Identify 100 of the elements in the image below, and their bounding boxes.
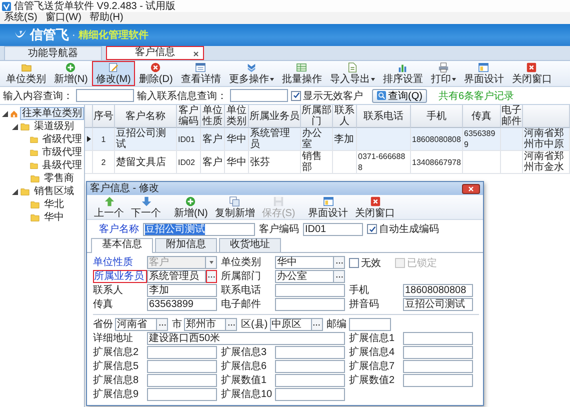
table-cell [333, 151, 357, 174]
tab[interactable]: 附加信息 [155, 238, 217, 252]
table-cell: 客户 [201, 128, 225, 151]
text-field[interactable] [275, 346, 345, 359]
customer-code-field[interactable]: ID01 [303, 222, 363, 236]
toolbar-button[interactable]: 排序设置 [378, 61, 427, 86]
text-field[interactable]: 63563899 [147, 298, 217, 311]
text-field[interactable] [275, 374, 345, 387]
toolbar-button[interactable]: 复制新增 [212, 195, 258, 219]
tree-item[interactable]: 渠道级别 [32, 120, 76, 133]
browse-button[interactable] [334, 270, 345, 283]
text-field[interactable] [348, 318, 391, 331]
menu-item[interactable]: 系统(S) [4, 12, 38, 24]
text-field[interactable]: 18608080808 [403, 284, 473, 297]
text-field[interactable] [275, 360, 345, 373]
column-header[interactable]: 所属业务员 [249, 105, 301, 128]
toolbar-button[interactable]: 导入导出 [326, 61, 379, 86]
toolbar-button[interactable]: 批量操作 [278, 61, 326, 86]
tab[interactable]: 功能导航器 [4, 46, 102, 60]
menu-item[interactable]: 帮助(H) [89, 12, 124, 24]
checkbox[interactable]: 无效 [349, 256, 381, 270]
tree-item[interactable]: 市级代理 [40, 146, 84, 159]
field-label: 省份 [93, 319, 113, 330]
tab[interactable]: 客户信息 [106, 46, 204, 60]
browse-button[interactable] [157, 318, 168, 331]
row-header-cell[interactable] [85, 128, 93, 151]
row-header-cell[interactable] [85, 151, 93, 174]
dropdown-button[interactable] [206, 256, 217, 269]
column-header[interactable]: 单位性质 [201, 105, 225, 128]
text-field[interactable]: 河南省 [115, 318, 157, 331]
toolbar-button[interactable]: 更多操作 [224, 61, 278, 86]
text-field[interactable] [275, 284, 345, 297]
toolbar-button[interactable]: 新增(N) [50, 61, 92, 86]
toolbar-button[interactable]: 界面设计 [305, 195, 352, 219]
field-label: 扩展信息3 [221, 347, 268, 358]
browse-button[interactable] [226, 318, 237, 331]
column-header[interactable]: 联系人 [333, 105, 357, 128]
text-field[interactable] [147, 374, 217, 387]
tree-item[interactable]: 往来单位类别 [20, 107, 84, 120]
show-invalid-checkbox[interactable]: 显示无效客户 [291, 88, 363, 102]
toolbar-button[interactable]: 修改(M) [92, 61, 135, 86]
up-arrow-icon [104, 196, 114, 206]
query-button[interactable]: 查询(Q) [372, 88, 428, 102]
down-arrow-icon [140, 196, 152, 206]
text-field[interactable] [403, 374, 473, 387]
browse-button[interactable] [312, 318, 323, 331]
toolbar-button[interactable]: 新增(N) [171, 195, 211, 219]
expand-toggle-icon[interactable] [12, 188, 18, 194]
menu-item[interactable]: 窗口(W) [45, 12, 82, 24]
tab[interactable]: 收货地址 [219, 238, 281, 252]
column-header[interactable]: 联系电话 [357, 105, 411, 128]
expand-toggle-icon[interactable] [2, 110, 8, 116]
toolbar-button[interactable]: 打印 [426, 61, 460, 86]
tree-item[interactable]: 省级代理 [40, 133, 84, 146]
expand-toggle-icon[interactable] [12, 124, 18, 130]
content-search-field[interactable] [76, 89, 134, 102]
browse-button[interactable] [334, 256, 345, 269]
tree-item[interactable]: 华北 [42, 198, 66, 211]
text-field[interactable] [147, 346, 217, 359]
text-field[interactable]: 豆招公司测试 [403, 298, 473, 311]
toolbar-button[interactable]: 上一个 [91, 195, 127, 219]
column-header[interactable]: 手机 [411, 105, 463, 128]
text-field[interactable] [403, 332, 473, 345]
text-field[interactable] [147, 360, 217, 373]
text-field[interactable] [147, 388, 217, 401]
text-field[interactable]: 李加 [147, 284, 217, 297]
contact-search-field[interactable] [230, 89, 288, 102]
text-field[interactable]: 办公室 [275, 270, 334, 283]
close-button[interactable] [462, 184, 480, 194]
toolbar-button[interactable]: 单位类别 [2, 61, 50, 86]
text-field[interactable]: 郑州市 [184, 318, 226, 331]
toolbar-button[interactable]: 查看详情 [176, 61, 225, 86]
tree-item[interactable]: 县级代理 [40, 159, 84, 172]
column-header[interactable]: 电子邮件 [501, 105, 523, 128]
customer-name-field[interactable]: 豆招公司测试 [143, 222, 255, 236]
text-field[interactable] [403, 346, 473, 359]
toolbar-button[interactable]: 关闭窗口 [352, 195, 398, 219]
toolbar-button[interactable]: 下一个 [128, 195, 164, 219]
column-header[interactable]: 传真 [463, 105, 501, 128]
tree-item[interactable]: 华中 [42, 211, 66, 224]
toolbar-button[interactable]: 界面设计 [460, 61, 508, 86]
text-field[interactable]: 华中 [275, 256, 334, 269]
text-field[interactable]: 中原区 [270, 318, 312, 331]
browse-button[interactable] [206, 270, 217, 283]
text-field[interactable] [275, 298, 345, 311]
tree-item[interactable]: 零售商 [42, 172, 76, 185]
auto-code-checkbox[interactable]: 自动生成编码 [367, 222, 439, 236]
column-header[interactable]: 客户名称 [115, 105, 177, 128]
text-field[interactable]: 系统管理员 [147, 270, 206, 283]
toolbar-button[interactable]: 删除(D) [134, 61, 177, 86]
column-header[interactable]: 序号 [93, 105, 115, 128]
table-cell: 销售部 [301, 151, 333, 174]
text-field[interactable] [275, 388, 345, 401]
close-icon[interactable] [193, 51, 199, 57]
tab[interactable]: 基本信息 [91, 238, 153, 253]
toolbar-button[interactable]: 关闭窗口 [508, 61, 556, 86]
text-field[interactable]: 建设路口西50米 [147, 332, 345, 345]
tree-item[interactable]: 销售区域 [32, 185, 76, 198]
text-field[interactable] [403, 360, 473, 373]
column-header[interactable]: 单位类别 [225, 105, 249, 128]
